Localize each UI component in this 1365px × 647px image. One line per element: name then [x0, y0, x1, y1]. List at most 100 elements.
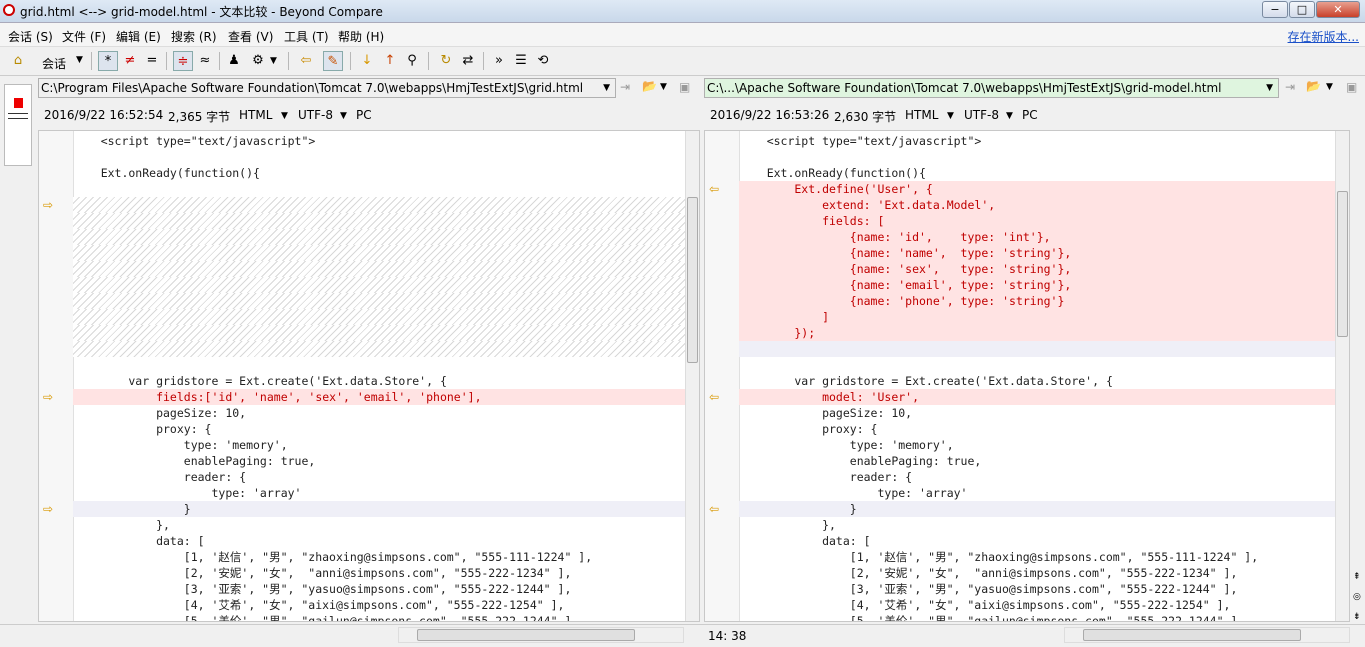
folder-icon[interactable]: 📂 [642, 79, 657, 93]
rules-icon[interactable]: ♟ [224, 51, 244, 71]
right-vertical-scrollbar[interactable] [1335, 131, 1349, 621]
code-line[interactable]: }, [739, 517, 1335, 533]
code-line[interactable]: [3, '亚索', "男", "yasuo@simpsons.com", "55… [739, 581, 1335, 597]
code-line[interactable]: var gridstore = Ext.create('Ext.data.Sto… [73, 373, 685, 389]
code-line[interactable] [73, 261, 685, 277]
code-line[interactable]: proxy: { [73, 421, 685, 437]
scroll-down-icon[interactable]: ⇟ [1353, 612, 1361, 622]
code-line[interactable]: extend: 'Ext.data.Model', [739, 197, 1335, 213]
overview-thumbnail[interactable] [4, 84, 32, 166]
menu-view[interactable]: 查看 (V) [228, 28, 273, 45]
center-icon[interactable]: ◎ [1353, 592, 1361, 602]
scroll-up-icon[interactable]: ⇞ [1353, 572, 1361, 582]
code-line[interactable]: fields: [ [739, 213, 1335, 229]
menu-tools[interactable]: 工具 (T) [284, 28, 329, 45]
code-line[interactable]: Ext.onReady(function(){ [739, 165, 1335, 181]
diffs-icon[interactable]: ≠ [120, 51, 140, 71]
code-line[interactable]: type: 'array' [739, 485, 1335, 501]
chevron-down-icon[interactable]: ▼ [281, 111, 288, 121]
code-line[interactable]: reader: { [739, 469, 1335, 485]
code-line[interactable]: {name: 'name', type: 'string'}, [739, 245, 1335, 261]
menu-file[interactable]: 文件 (F) [62, 28, 106, 45]
prev-diff-icon[interactable]: ↑ [380, 51, 400, 71]
diff-arrow-icon[interactable]: ⇨ [43, 389, 53, 405]
right-format[interactable]: HTML [905, 108, 938, 122]
reload-icon[interactable]: ⟲ [533, 51, 553, 71]
swap-icon[interactable]: ⇦ [296, 51, 316, 71]
code-line[interactable]: [4, '艾希', "女", "aixi@simpsons.com", "555… [73, 597, 685, 613]
code-line[interactable] [739, 357, 1335, 373]
chevron-down-icon[interactable]: ▼ [1266, 79, 1273, 97]
menu-edit[interactable]: 编辑 (E) [116, 28, 161, 45]
chevron-down-icon[interactable]: ▼ [603, 79, 610, 97]
code-line[interactable]: [1, '赵信', "男", "zhaoxing@simpsons.com", … [73, 549, 685, 565]
code-line[interactable] [73, 197, 685, 213]
right-eol[interactable]: PC [1022, 108, 1038, 122]
code-line[interactable]: {name: 'id', type: 'int'}, [739, 229, 1335, 245]
code-line[interactable]: {name: 'phone', type: 'string'} [739, 293, 1335, 309]
code-line[interactable]: data: [ [739, 533, 1335, 549]
code-line[interactable]: {name: 'email', type: 'string'}, [739, 277, 1335, 293]
swap-sides-icon[interactable]: ⇥ [1285, 80, 1295, 94]
save-icon[interactable]: ▣ [679, 80, 690, 94]
code-line[interactable]: type: 'array' [73, 485, 685, 501]
code-line[interactable]: Ext.onReady(function(){ [73, 165, 685, 181]
menu-help[interactable]: 帮助 (H) [338, 28, 384, 45]
code-line[interactable]: data: [ [73, 533, 685, 549]
format-icon[interactable]: ⚙ [248, 51, 268, 71]
maximize-button[interactable]: □ [1289, 1, 1315, 18]
left-text-pane[interactable]: <script type="text/javascript"> Ext.onRe… [38, 130, 700, 622]
close-button[interactable]: ✕ [1316, 1, 1360, 18]
minor-icon[interactable]: ≈ [195, 51, 215, 71]
right-text-pane[interactable]: <script type="text/javascript"> Ext.onRe… [704, 130, 1350, 622]
chevron-down-icon[interactable]: ▼ [270, 56, 277, 66]
same-icon[interactable]: = [142, 51, 162, 71]
context-icon[interactable]: ≑ [173, 51, 193, 71]
code-line[interactable] [73, 309, 685, 325]
code-line[interactable]: var gridstore = Ext.create('Ext.data.Sto… [739, 373, 1335, 389]
code-line[interactable] [739, 341, 1335, 357]
next-diff-icon[interactable]: ↓ [357, 51, 377, 71]
diff-arrow-icon[interactable]: ⇦ [709, 181, 719, 197]
code-line[interactable] [73, 341, 685, 357]
code-line[interactable]: proxy: { [739, 421, 1335, 437]
code-line[interactable]: model: 'User', [739, 389, 1335, 405]
copy-right-icon[interactable]: » [489, 51, 509, 71]
right-scroll-thumb[interactable] [1337, 191, 1348, 337]
diff-arrow-icon[interactable]: ⇨ [43, 501, 53, 517]
tools-icon[interactable]: ☰ [511, 51, 531, 71]
code-line[interactable] [73, 213, 685, 229]
left-scroll-thumb[interactable] [687, 197, 698, 363]
code-line[interactable]: type: 'memory', [73, 437, 685, 453]
code-line[interactable]: enablePaging: true, [739, 453, 1335, 469]
session-dropdown[interactable]: 会话 [42, 55, 66, 72]
chevron-down-icon[interactable]: ▼ [76, 55, 83, 65]
code-line[interactable]: reader: { [73, 469, 685, 485]
code-line[interactable]: enablePaging: true, [73, 453, 685, 469]
code-line[interactable]: [2, '安妮', "女", "anni@simpsons.com", "555… [739, 565, 1335, 581]
chevron-down-icon[interactable]: ▼ [1326, 82, 1333, 92]
chevron-down-icon[interactable]: ▼ [1006, 111, 1013, 121]
code-line[interactable]: [2, '安妮', "女", "anni@simpsons.com", "555… [73, 565, 685, 581]
code-line[interactable]: [5, '盖伦', "男", "gailun@simpsons.com", "5… [739, 613, 1335, 621]
code-line[interactable]: [4, '艾希', "女", "aixi@simpsons.com", "555… [739, 597, 1335, 613]
code-line[interactable] [73, 357, 685, 373]
code-line[interactable]: pageSize: 10, [73, 405, 685, 421]
code-line[interactable]: }); [739, 325, 1335, 341]
left-path-input[interactable]: C:\Program Files\Apache Software Foundat… [38, 78, 616, 98]
left-format[interactable]: HTML [239, 108, 272, 122]
code-line[interactable]: } [739, 501, 1335, 517]
code-line[interactable]: [3, '亚索', "男", "yasuo@simpsons.com", "55… [73, 581, 685, 597]
code-line[interactable] [73, 181, 685, 197]
chevron-down-icon[interactable]: ▼ [660, 82, 667, 92]
menu-search[interactable]: 搜索 (R) [171, 28, 217, 45]
menu-session[interactable]: 会话 (S) [8, 28, 53, 45]
code-line[interactable] [73, 277, 685, 293]
diff-arrow-icon[interactable]: ⇦ [709, 389, 719, 405]
right-hscroll-thumb[interactable] [1083, 629, 1301, 641]
refresh-icon[interactable]: ↻ [436, 51, 456, 71]
right-path-input[interactable]: C:\...\Apache Software Foundation\Tomcat… [704, 78, 1279, 98]
code-line[interactable]: }, [73, 517, 685, 533]
edit-icon[interactable]: ✎ [323, 51, 343, 71]
code-line[interactable]: [1, '赵信', "男", "zhaoxing@simpsons.com", … [739, 549, 1335, 565]
